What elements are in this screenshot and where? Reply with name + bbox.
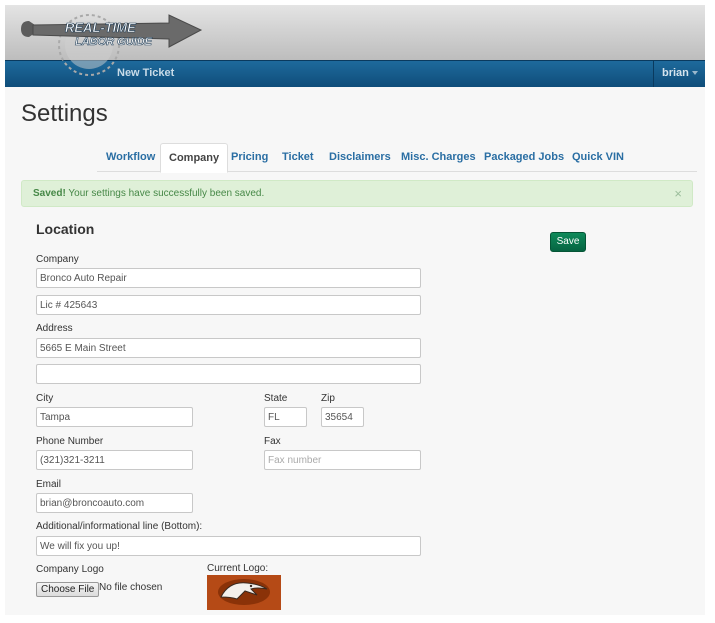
success-alert: Saved! Your settings have successfully b…	[21, 180, 693, 207]
tab-pricing[interactable]: Pricing	[231, 143, 268, 172]
settings-tabs: Workflow Company Pricing Ticket Disclaim…	[97, 143, 697, 173]
logo-text-bottom: LABOR GUIDE	[75, 36, 153, 48]
email-input[interactable]: brian@broncoauto.com	[36, 493, 193, 513]
additional-line-label: Additional/informational line (Bottom):	[36, 521, 203, 532]
tab-company[interactable]: Company	[160, 143, 229, 173]
tab-packaged-jobs[interactable]: Packaged Jobs	[484, 143, 564, 172]
logo-text-top: REAL-TIME	[65, 20, 136, 35]
save-button[interactable]: Save	[550, 232, 586, 252]
current-logo-image	[207, 575, 281, 610]
phone-input[interactable]: (321)321-3211	[36, 450, 193, 470]
section-title: Location	[36, 221, 95, 237]
additional-line-input[interactable]: We will fix you up!	[36, 536, 421, 556]
choose-file-button[interactable]: Choose File	[36, 582, 100, 597]
user-menu[interactable]: brian	[653, 60, 705, 87]
city-label: City	[36, 393, 54, 404]
address2-input[interactable]	[36, 364, 421, 384]
header: REAL-TIME LABOR GUIDE New Ticket brian	[5, 5, 705, 87]
address-label: Address	[36, 323, 73, 334]
tab-ticket[interactable]: Ticket	[282, 143, 314, 172]
no-file-text: No file chosen	[99, 582, 163, 593]
user-name: brian	[662, 67, 689, 79]
company-input[interactable]: Bronco Auto Repair	[36, 268, 421, 288]
email-label: Email	[36, 479, 62, 490]
nav-new-ticket[interactable]: New Ticket	[117, 67, 174, 79]
alert-message: Your settings have successfully been sav…	[65, 188, 265, 199]
state-input[interactable]: FL	[264, 407, 307, 427]
zip-label: Zip	[321, 393, 335, 404]
app-frame: REAL-TIME LABOR GUIDE New Ticket brian S…	[5, 5, 705, 615]
company-label: Company	[36, 254, 79, 265]
labor-guide-logo[interactable]: REAL-TIME LABOR GUIDE	[19, 11, 209, 77]
horse-logo-icon	[207, 575, 281, 610]
caret-down-icon	[691, 71, 698, 76]
fax-label: Fax	[264, 436, 281, 447]
city-input[interactable]: Tampa	[36, 407, 193, 427]
tab-disclaimers[interactable]: Disclaimers	[329, 143, 391, 172]
alert-strong: Saved!	[33, 188, 66, 199]
state-label: State	[264, 393, 288, 404]
company-logo-label: Company Logo	[36, 564, 104, 575]
zip-input[interactable]: 35654	[321, 407, 364, 427]
page-title: Settings	[21, 100, 108, 127]
tab-quick-vin[interactable]: Quick VIN	[572, 143, 624, 172]
tab-workflow[interactable]: Workflow	[106, 143, 155, 172]
tab-misc-charges[interactable]: Misc. Charges	[401, 143, 476, 172]
license-input[interactable]: Lic # 425643	[36, 295, 421, 315]
phone-label: Phone Number	[36, 436, 104, 447]
current-logo-label: Current Logo:	[207, 563, 269, 574]
fax-input[interactable]: Fax number	[264, 450, 421, 470]
address1-input[interactable]: 5665 E Main Street	[36, 338, 421, 358]
close-icon[interactable]: ×	[674, 186, 682, 201]
